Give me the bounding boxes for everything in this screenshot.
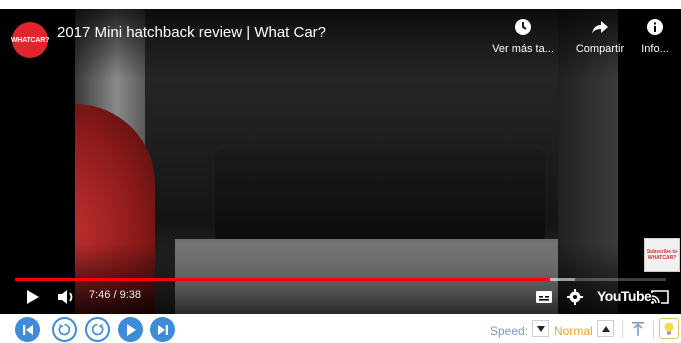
video-title[interactable]: 2017 Mini hatchback review | What Car? xyxy=(57,24,326,41)
progress-played xyxy=(15,278,550,281)
playback-toolbar: Speed: Normal xyxy=(0,314,681,343)
watch-later-label: Ver más ta... xyxy=(492,43,554,55)
speed-increase-button[interactable] xyxy=(597,320,614,337)
scene-trunk xyxy=(215,149,545,244)
progress-bar[interactable] xyxy=(15,278,666,281)
chevron-down-icon xyxy=(536,325,545,332)
lightbulb-icon xyxy=(664,322,674,334)
arrow-to-top-icon xyxy=(632,322,644,336)
play-icon xyxy=(126,323,136,336)
play-icon xyxy=(27,290,39,304)
time-display: 7:46 / 9:38 xyxy=(89,289,141,301)
watch-later-button[interactable]: Ver más ta... xyxy=(490,17,556,55)
play-toolbar-button[interactable] xyxy=(118,317,143,342)
tips-button[interactable] xyxy=(659,318,679,339)
chevron-up-icon xyxy=(601,325,610,332)
settings-button[interactable] xyxy=(566,288,584,306)
cast-button[interactable] xyxy=(649,288,671,306)
replay-icon xyxy=(91,323,104,336)
speed-label: Speed: xyxy=(490,324,529,338)
toolbar-divider xyxy=(622,320,623,338)
skip-to-start-button[interactable] xyxy=(15,317,40,342)
cast-icon xyxy=(651,290,669,304)
info-label: Info... xyxy=(641,43,669,55)
subscribe-line2: WHATCAR? xyxy=(647,255,677,261)
video-player[interactable]: WHATCAR? 2017 Mini hatchback review | Wh… xyxy=(0,9,681,314)
youtube-logo[interactable]: YouTube xyxy=(597,288,652,304)
info-icon xyxy=(647,19,663,35)
replay-button[interactable] xyxy=(85,317,110,342)
play-button[interactable] xyxy=(22,287,44,307)
rewind-button[interactable] xyxy=(52,317,77,342)
skip-back-icon xyxy=(22,324,33,335)
rewind-icon xyxy=(58,323,71,336)
volume-icon xyxy=(58,290,73,304)
clock-icon xyxy=(515,19,531,35)
volume-button[interactable] xyxy=(56,287,78,307)
skip-forward-icon xyxy=(157,324,168,335)
captions-button[interactable] xyxy=(534,289,554,305)
gear-icon xyxy=(567,289,583,305)
info-button[interactable]: Info... xyxy=(622,17,681,55)
speed-decrease-button[interactable] xyxy=(532,320,549,337)
scroll-to-top-button[interactable] xyxy=(628,319,648,339)
toolbar-divider xyxy=(653,320,654,338)
subscribe-badge[interactable]: Subscribe to WHATCAR? xyxy=(644,238,680,272)
skip-to-end-button[interactable] xyxy=(150,317,175,342)
speed-value: Normal xyxy=(554,324,593,338)
page-top-strip xyxy=(0,0,681,9)
share-icon xyxy=(592,21,608,34)
channel-logo[interactable]: WHATCAR? xyxy=(11,22,49,58)
share-label: Compartir xyxy=(575,43,625,55)
captions-icon xyxy=(536,291,552,303)
